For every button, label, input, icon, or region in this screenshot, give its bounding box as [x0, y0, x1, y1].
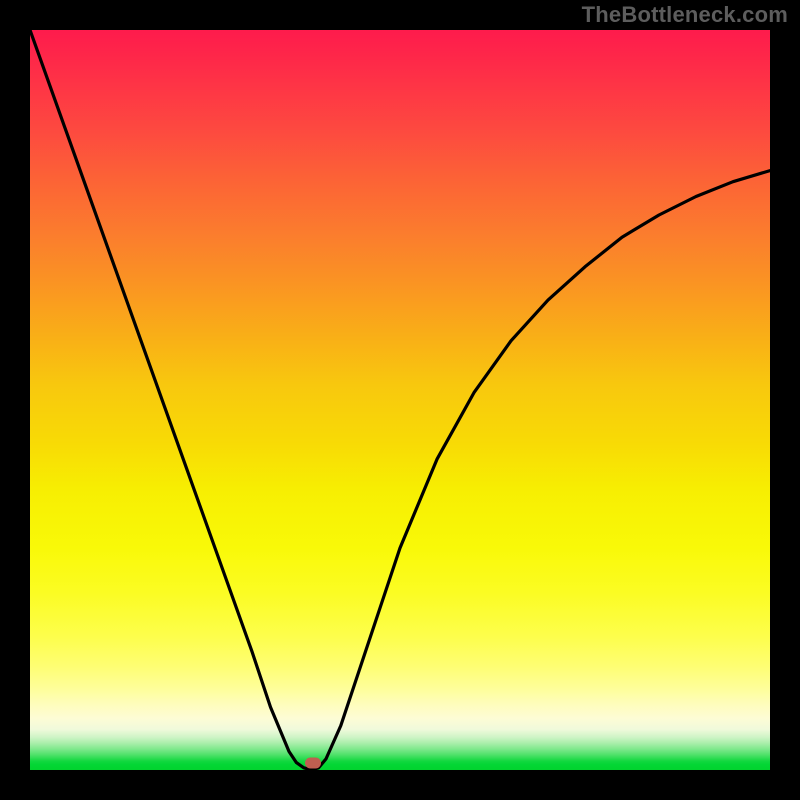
chart-container: TheBottleneck.com [0, 0, 800, 800]
minimum-marker [305, 758, 321, 769]
curve-svg [30, 30, 770, 770]
bottleneck-curve [30, 30, 770, 770]
watermark-text: TheBottleneck.com [582, 2, 788, 28]
plot-area [30, 30, 770, 770]
